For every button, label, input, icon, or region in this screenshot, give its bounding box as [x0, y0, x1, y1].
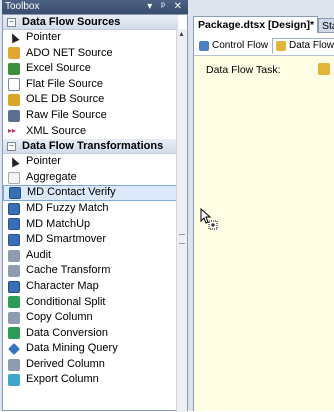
derived-column-icon [8, 358, 20, 371]
collapse-icon[interactable]: − [7, 17, 16, 27]
pointer-icon [8, 156, 20, 168]
toolbox-item-conditional-split[interactable]: Conditional Split [3, 295, 178, 311]
item-label: Audit [26, 248, 52, 261]
tab-label: Control Flow [212, 40, 269, 51]
export-column-icon [8, 374, 20, 387]
item-label: MD Smartmover [26, 233, 107, 246]
toolbox-item-aggregate[interactable]: Aggregate [3, 170, 178, 186]
ado-net-source-icon [8, 47, 20, 60]
data-flow-canvas[interactable]: Data Flow Task: [194, 56, 334, 411]
toolbox-item-cache-transform[interactable]: Cache Transform [3, 263, 178, 279]
toolbox-item-ole-db-source[interactable]: OLE DB Source [3, 92, 178, 108]
item-label: MD Contact Verify [27, 186, 116, 199]
item-label: Pointer [26, 31, 61, 43]
item-label: Derived Column [26, 357, 105, 370]
data-flow-task-label: Data Flow Task: [206, 64, 281, 76]
md-matchup-icon [8, 218, 20, 231]
collapse-icon[interactable]: − [7, 141, 16, 151]
item-label: Export Column [26, 373, 99, 386]
toolbox-item-audit[interactable]: Audit [3, 248, 178, 264]
toolbox-item-pointer[interactable]: Pointer [3, 30, 178, 46]
tab-label: Data Flow [289, 40, 334, 51]
toolbox-item-pointer[interactable]: Pointer [3, 154, 178, 170]
toolbox-item-character-map[interactable]: Character Map [3, 279, 178, 295]
tab-control-flow[interactable]: Control Flow [196, 38, 271, 54]
character-map-icon [8, 280, 20, 293]
data-conversion-icon [8, 327, 20, 340]
toolbox-title-bar[interactable]: Toolbox ▾ ᵖ ✕ [2, 0, 188, 14]
toolbox-item-export-column[interactable]: Export Column [3, 372, 178, 388]
section-label: Data Flow Sources [22, 15, 121, 28]
item-label: MD Fuzzy Match [26, 201, 109, 214]
item-label: Pointer [26, 155, 61, 168]
raw-file-source-icon [8, 109, 20, 122]
item-label: Conditional Split [26, 295, 106, 308]
drag-cursor-icon [200, 208, 218, 230]
toolbox-item-flat-file-source[interactable]: Flat File Source [3, 77, 178, 93]
copy-column-icon [8, 311, 20, 324]
item-label: Excel Source [26, 62, 91, 75]
section-data-flow-sources[interactable]: − Data Flow Sources [3, 15, 178, 30]
toolbox-title: Toolbox [5, 1, 40, 12]
toolbox-item-derived-column[interactable]: Derived Column [3, 357, 178, 373]
item-label: Flat File Source [26, 77, 104, 90]
item-label: Data Conversion [26, 326, 108, 339]
toolbox-item-data-mining-query[interactable]: Data Mining Query [3, 341, 178, 357]
toolbox-list: − Data Flow Sources Pointer ADO NET Sour… [3, 15, 178, 388]
toolbox-item-md-smartmover[interactable]: MD Smartmover [3, 232, 178, 248]
data-mining-query-icon [8, 343, 20, 356]
scrollbar-grip-icon[interactable] [179, 234, 185, 244]
tab-package-design[interactable]: Package.dtsx [Design]* [193, 16, 318, 33]
scroll-up-arrow-icon[interactable]: ▲ [178, 31, 185, 38]
tab-start-page[interactable]: Start Pa [318, 18, 334, 33]
data-flow-icon [276, 41, 286, 51]
section-label: Data Flow Transformations [22, 139, 164, 152]
toolbox-scrollbar[interactable]: ▲ [176, 29, 187, 412]
toolbox-item-copy-column[interactable]: Copy Column [3, 310, 178, 326]
toolbox-item-ado-net-source[interactable]: ADO NET Source [3, 46, 178, 62]
md-fuzzy-match-icon [8, 202, 20, 215]
toolbox-item-md-matchup[interactable]: MD MatchUp [3, 217, 178, 233]
toolbox-item-md-fuzzy-match[interactable]: MD Fuzzy Match [3, 201, 178, 217]
screenshot-frame: Toolbox ▾ ᵖ ✕ − Data Flow Sources Pointe… [0, 0, 334, 412]
tab-data-flow[interactable]: Data Flow [272, 38, 334, 54]
item-label: ADO NET Source [26, 46, 113, 59]
item-label: Copy Column [26, 311, 93, 324]
item-label: Raw File Source [26, 108, 107, 121]
toolbox-item-excel-source[interactable]: Excel Source [3, 61, 178, 77]
data-flow-task-icon[interactable] [318, 63, 330, 75]
ole-db-source-icon [8, 94, 20, 107]
item-label: OLE DB Source [26, 93, 105, 106]
toolbox-item-md-contact-verify[interactable]: MD Contact Verify [3, 185, 178, 201]
flat-file-source-icon [8, 78, 20, 92]
item-label: XML Source [26, 124, 87, 137]
pointer-icon [8, 32, 20, 44]
item-label: MD MatchUp [26, 217, 91, 230]
item-label: Aggregate [26, 170, 77, 183]
md-smartmover-icon [8, 233, 20, 246]
toolbox-item-data-conversion[interactable]: Data Conversion [3, 326, 178, 342]
audit-icon [8, 249, 20, 262]
control-flow-icon [199, 41, 209, 51]
item-label: Character Map [26, 279, 99, 292]
item-label: Cache Transform [26, 264, 111, 277]
cache-transform-icon [8, 265, 20, 278]
item-label: Data Mining Query [26, 342, 118, 355]
toolbox-item-raw-file-source[interactable]: Raw File Source [3, 108, 178, 124]
md-contact-verify-icon [9, 187, 21, 200]
designer-tab-strip: Control Flow Data Flow [194, 36, 334, 56]
section-data-flow-transformations[interactable]: − Data Flow Transformations [3, 139, 178, 155]
xml-source-icon: ▸▸ [8, 125, 20, 138]
toolbox-window-controls[interactable]: ▾ ᵖ ✕ [147, 0, 185, 14]
conditional-split-icon [8, 296, 20, 309]
excel-source-icon [8, 62, 20, 75]
aggregate-icon [8, 171, 20, 184]
toolbox-item-xml-source[interactable]: ▸▸ XML Source [3, 124, 178, 140]
toolbox-panel: − Data Flow Sources Pointer ADO NET Sour… [2, 14, 188, 412]
